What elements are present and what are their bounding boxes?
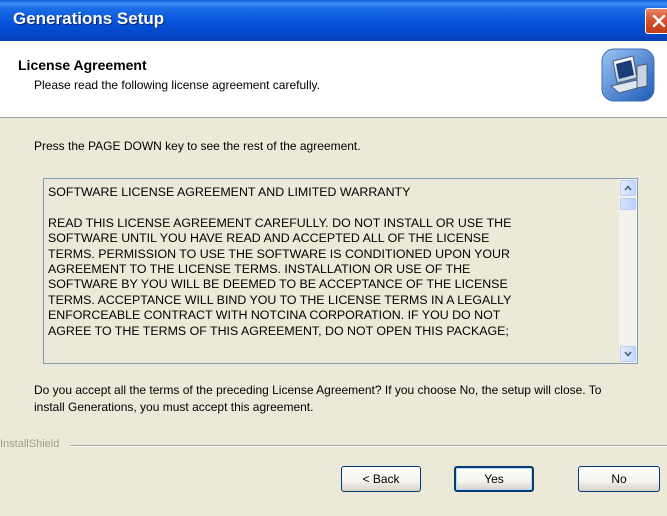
page-subtitle: Please read the following license agreem… [34, 78, 320, 92]
page-title: License Agreement [18, 57, 147, 73]
installshield-label: InstallShield [0, 438, 60, 450]
license-text-box[interactable]: SOFTWARE LICENSE AGREEMENT AND LIMITED W… [43, 178, 638, 364]
scroll-up-button[interactable] [620, 180, 636, 196]
license-scrollbar[interactable] [619, 179, 637, 363]
page-down-instruction: Press the PAGE DOWN key to see the rest … [34, 139, 361, 153]
chevron-up-icon [624, 185, 632, 191]
accept-question: Do you accept all the terms of the prece… [34, 383, 602, 414]
yes-button[interactable]: Yes [454, 466, 534, 492]
close-button[interactable] [645, 8, 667, 34]
back-button[interactable]: < Back [341, 466, 421, 492]
scroll-thumb[interactable] [620, 198, 636, 210]
close-icon [652, 15, 666, 27]
scroll-down-button[interactable] [620, 346, 636, 362]
title-bar[interactable]: Generations Setup [0, 0, 667, 41]
header-panel: License Agreement Please read the follow… [0, 41, 667, 118]
computer-setup-icon [601, 48, 655, 102]
no-button[interactable]: No [578, 466, 660, 492]
license-text: SOFTWARE LICENSE AGREEMENT AND LIMITED W… [48, 185, 512, 338]
setup-window: Generations Setup License Agreement Plea… [0, 0, 667, 516]
separator [70, 445, 667, 447]
chevron-down-icon [624, 351, 632, 357]
window-title: Generations Setup [13, 9, 165, 28]
